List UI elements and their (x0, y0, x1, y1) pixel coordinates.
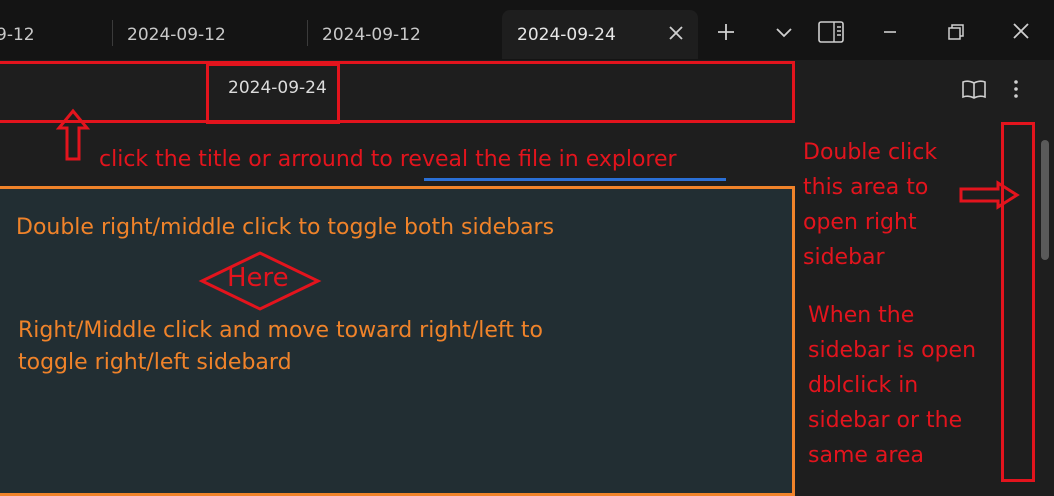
more-options-icon[interactable] (1002, 76, 1030, 102)
right-hint-2: When the sidebar is open dblclick in sid… (808, 298, 976, 473)
tab-active[interactable]: 2024-09-24 (502, 10, 698, 59)
up-arrow-icon (56, 108, 90, 161)
reading-pane-icon[interactable] (816, 18, 846, 46)
drag-hint-line: Right/Middle click and move toward right… (18, 318, 543, 343)
restore-icon[interactable] (941, 18, 971, 46)
tab-bar: 9-12 2024-09-12 2024-09-12 2024-09-24 (0, 0, 1054, 60)
link-underline (424, 178, 726, 181)
book-open-icon[interactable] (960, 76, 988, 102)
scrollbar-thumb[interactable] (1041, 140, 1049, 260)
right-hint-line: open right (803, 210, 917, 235)
tab[interactable]: 2024-09-12 (113, 10, 306, 59)
right-hint-line: dblclick in (808, 373, 919, 398)
tab-label: 2024-09-24 (517, 24, 616, 45)
tab[interactable]: 2024-09-12 (308, 10, 501, 59)
right-hint-line: sidebar is open (808, 338, 977, 363)
drag-hint: Right/Middle click and move toward right… (18, 315, 543, 379)
right-hint-line: same area (808, 443, 924, 468)
toggle-both-hint: Double right/middle click to toggle both… (16, 215, 555, 240)
right-edge-highlight-box (1001, 122, 1035, 482)
here-label: Here (227, 263, 289, 293)
right-hint-line: sidebar or the (808, 408, 963, 433)
right-hint-line: sidebar (803, 245, 885, 270)
title-hint: click the title or arround to reveal the… (99, 147, 677, 172)
title-hint-link: reveal the file in explorer (399, 147, 677, 172)
tab-label: 2024-09-12 (127, 24, 226, 45)
tab-label: 2024-09-12 (322, 24, 421, 45)
title-highlight-box (206, 63, 340, 124)
right-hint: Double click this area to open right sid… (803, 135, 937, 275)
minimize-icon[interactable] (875, 18, 905, 46)
drag-hint-line: toggle right/left sidebard (18, 350, 292, 375)
close-tab-icon[interactable] (666, 23, 686, 43)
right-hint-line: Double click (803, 140, 938, 165)
close-icon[interactable] (1006, 18, 1036, 46)
header-highlight-box (0, 61, 795, 123)
title-hint-prefix: click the title or arround to (99, 147, 400, 172)
tab[interactable]: 9-12 (0, 10, 110, 59)
right-hint-line: When the (808, 303, 915, 328)
tab-label: 9-12 (0, 24, 35, 45)
chevron-down-icon[interactable] (769, 18, 799, 46)
right-hint-line: this area to (803, 175, 929, 200)
right-arrow-icon (959, 180, 1020, 210)
plus-icon[interactable] (711, 18, 741, 46)
